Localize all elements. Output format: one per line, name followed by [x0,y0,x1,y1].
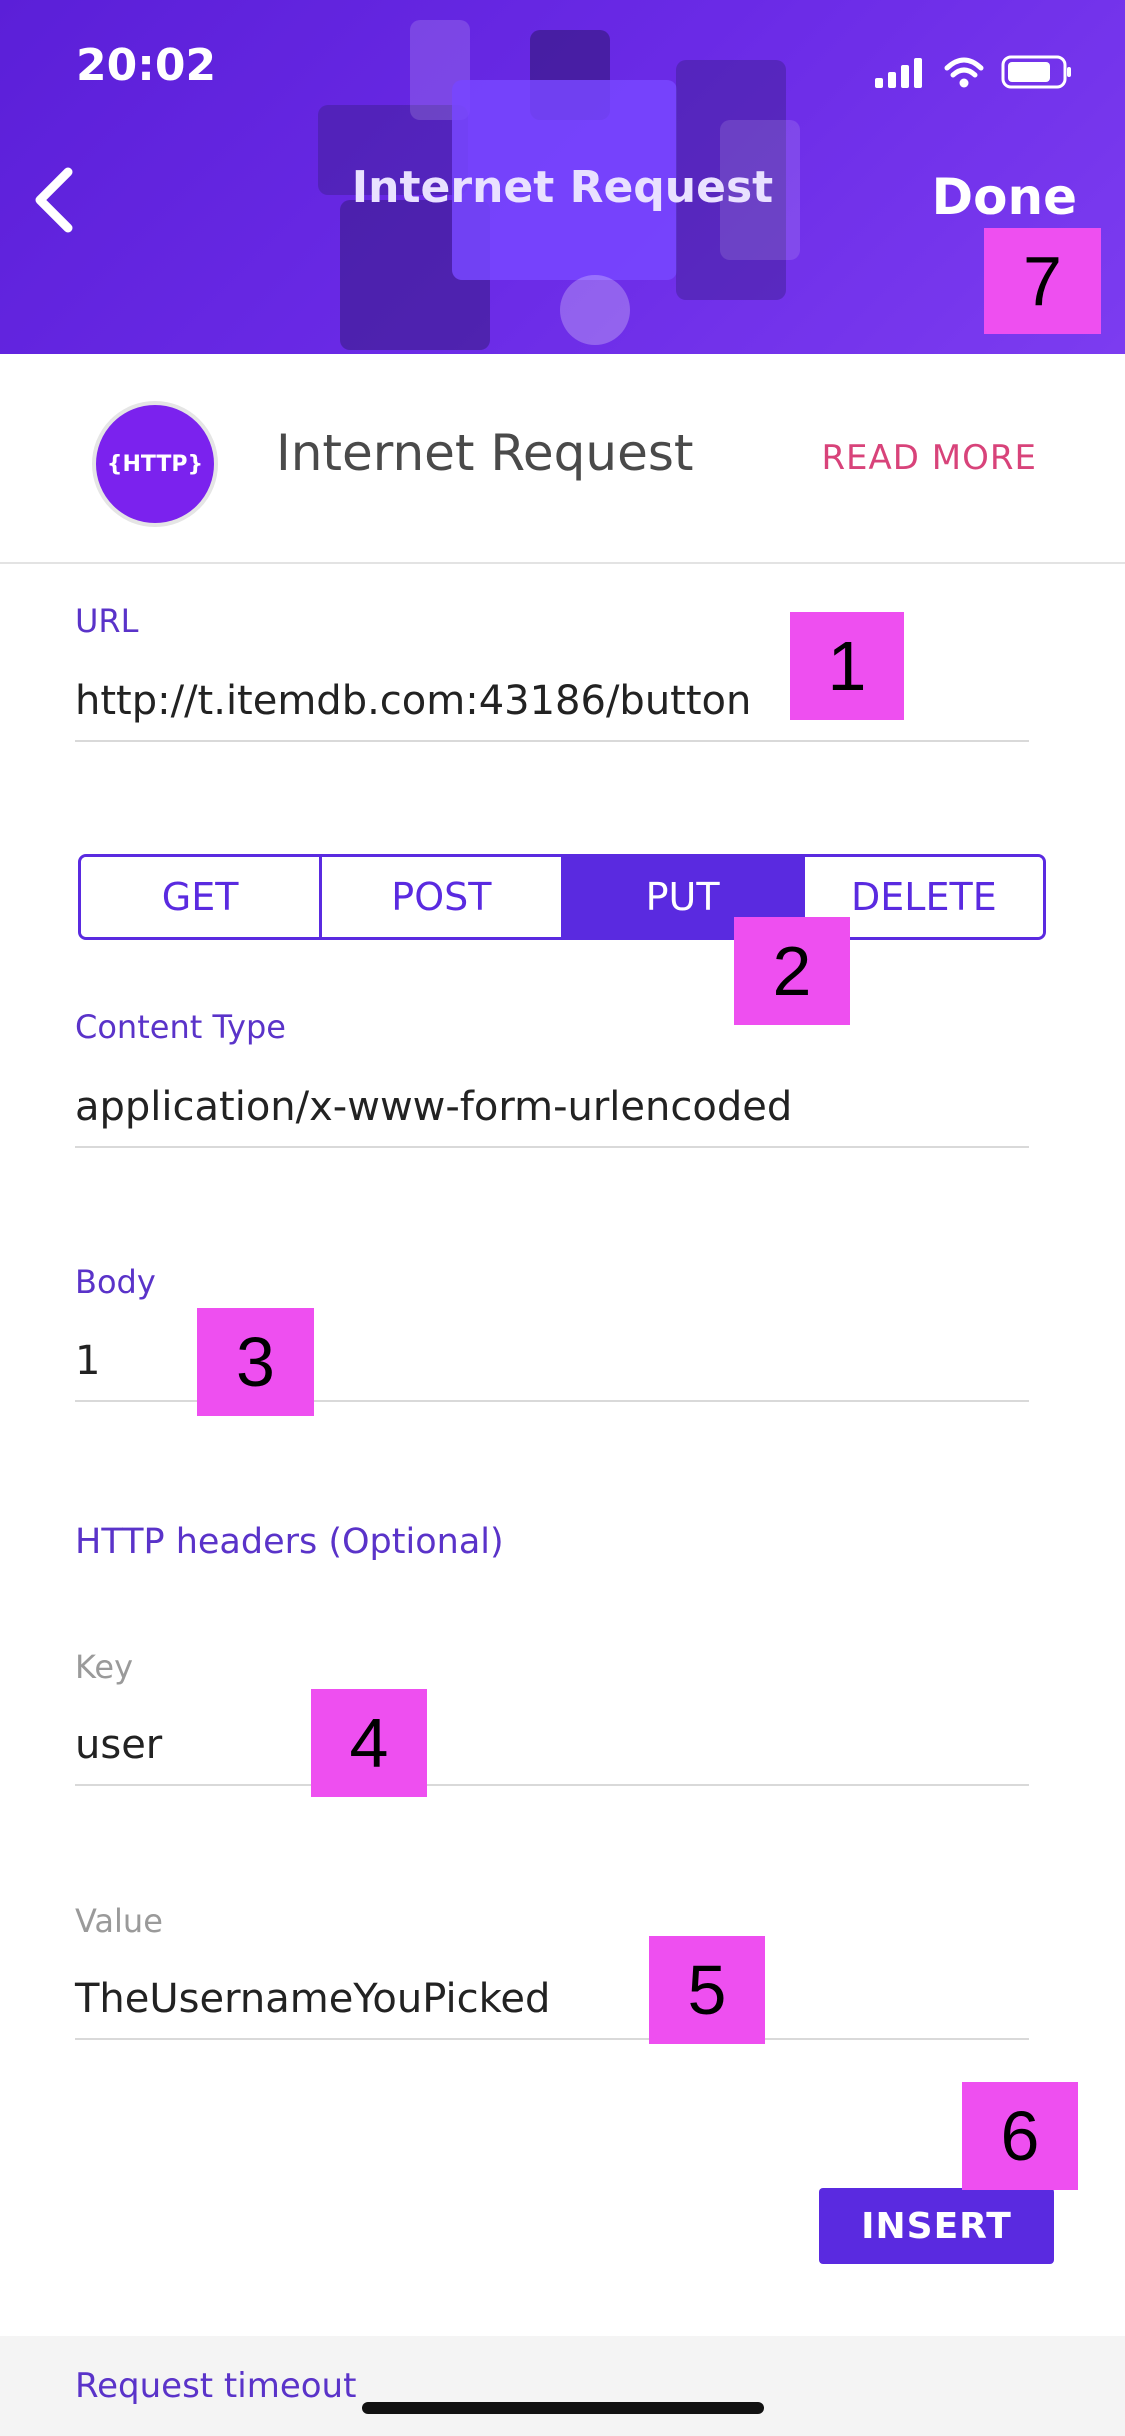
annotation-marker-6: 6 [962,2082,1078,2190]
insert-button[interactable]: INSERT [819,2188,1054,2264]
content-type-input[interactable]: application/x-www-form-urlencoded [75,1084,792,1130]
done-button[interactable]: Done [932,168,1077,226]
annotation-marker-3: 3 [197,1308,314,1416]
body-label: Body [75,1263,156,1301]
action-info-row: {HTTP} Internet Request READ MORE [0,354,1125,564]
http-icon: {HTTP} [92,401,218,527]
header-key-underline [75,1784,1029,1786]
annotation-marker-4: 4 [311,1689,427,1797]
status-time: 20:02 [76,40,217,91]
bottom-section: Request timeout [0,2336,1125,2436]
home-indicator [362,2402,764,2414]
annotation-marker-1: 1 [790,612,904,720]
header-key-label: Key [75,1648,134,1686]
annotation-marker-7: 7 [984,228,1101,334]
method-post-button[interactable]: POST [322,857,564,937]
action-title: Internet Request [276,424,694,482]
header-value-input[interactable]: TheUsernameYouPicked [75,1976,550,2022]
method-get-button[interactable]: GET [81,857,323,937]
method-segmented-control: GET POST PUT DELETE [78,854,1046,940]
decor-device [560,275,630,345]
url-input[interactable]: http://t.itemdb.com:43186/button [75,678,751,724]
url-underline [75,740,1029,742]
header-value-label: Value [75,1902,163,1940]
annotation-marker-2: 2 [734,917,850,1025]
http-headers-label: HTTP headers (Optional) [75,1522,504,1562]
header-key-input[interactable]: user [75,1722,162,1768]
request-timeout-label[interactable]: Request timeout [75,2366,356,2406]
content-type-underline [75,1146,1029,1148]
url-label: URL [75,602,139,640]
header-value-underline [75,2038,1029,2040]
annotation-marker-5: 5 [649,1936,765,2044]
signal-wifi-battery-icon [875,55,1071,89]
status-icons [875,52,1075,92]
read-more-link[interactable]: READ MORE [821,438,1037,478]
body-input[interactable]: 1 [75,1338,100,1384]
content-type-label: Content Type [75,1008,286,1046]
header: 20:02 Internet Request Done [0,0,1125,354]
